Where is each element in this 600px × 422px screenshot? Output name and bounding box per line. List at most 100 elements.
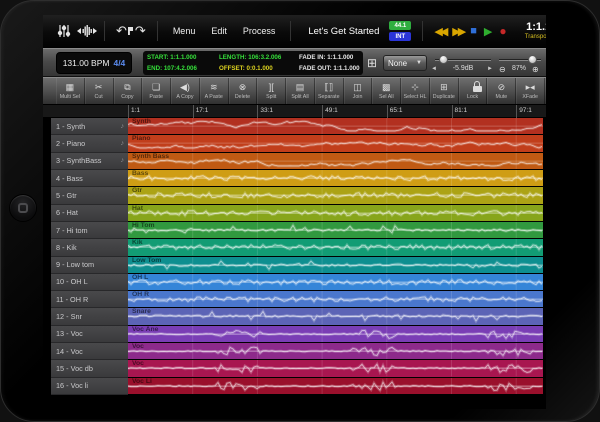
track-header-1---synth[interactable]: 1 - Synth♪ [51,118,128,135]
track-region-kik-8[interactable]: Kik [128,239,543,256]
zoom-slider-knob[interactable] [528,55,537,64]
track-header-9---low-tom[interactable]: 9 - Low tom [51,257,128,274]
transport-controls: ◀◀ ▶▶ ■ ▶ ● [434,24,506,38]
zoom-out-icon[interactable]: ⊖ [499,65,506,74]
track-region-voc-li-16[interactable]: Voc Li [128,378,543,395]
paste-icon: ❏ [152,81,160,94]
duplicate-icon: ⊞ [440,81,448,94]
mixer-icon[interactable] [57,24,71,38]
fast-forward-button[interactable]: ▶▶ [452,25,463,38]
record-button[interactable]: ● [499,24,506,38]
redo-icon[interactable]: ↷ [135,23,146,39]
snap-dropdown[interactable]: None ▼ [383,55,427,71]
track-header-8---kik[interactable]: 8 - Kik [51,239,128,256]
waveform-editor-icon[interactable] [77,24,97,38]
offset-label: OFFSET: [219,65,245,72]
time-display-block[interactable]: 1:1.1.000 Transport Options [511,22,546,41]
toolbar-button-multi-sel[interactable]: ▦Multi Sel [56,78,85,104]
toolbar-button-copy[interactable]: ⧉Copy [114,78,143,104]
track-region-synth-bass-3[interactable]: Synth Bass [128,153,543,170]
midi-note-icon: ♪ [121,140,125,147]
track-region-gtr-5[interactable]: Gtr [128,187,543,204]
track-header-3---synthbass[interactable]: 3 - SynthBass♪ [51,153,128,170]
toolbar-button-paste[interactable]: ❏Paste [142,78,171,104]
time-display: 1:1.1.000 [511,22,546,33]
timeline-ruler[interactable]: 1:117:133:149:165:181:197:1 [43,105,546,118]
process-button[interactable]: Process [243,26,276,36]
play-button[interactable]: ▶ [484,25,492,38]
rewind-button[interactable]: ◀◀ [434,25,445,38]
toolbar-button-separate[interactable]: ⟦⟧Separate [315,78,344,104]
split-all-icon: ▤ [296,81,305,94]
track-header-15---voc-db[interactable]: 15 - Voc db [51,360,128,377]
fade-out-label: FADE OUT: [299,65,332,72]
track-header-13---voc[interactable]: 13 - Voc [51,326,128,343]
delete-icon: ⊗ [239,81,247,94]
toolbar-button-duplicate[interactable]: ⊞Duplicate [430,78,459,104]
topbar-divider [104,21,105,41]
bpm-value: 131.00 BPM [63,58,110,68]
join-icon: ◫ [353,81,362,94]
track-header-6---hat[interactable]: 6 - Hat [51,205,128,222]
undo-icon[interactable]: ↶ [116,23,127,39]
region-label: Synth [132,118,151,125]
track-header-12---snr[interactable]: 12 - Snr [51,308,128,325]
toolbar-button-xfade[interactable]: ▸◂XFade [516,78,545,104]
track-header-16---voc-li[interactable]: 16 - Voc li [51,378,128,395]
track-region-oh-l-10[interactable]: OH L [128,274,543,291]
track-region-bass-4[interactable]: Bass [128,170,543,187]
nudge-right-arrow-icon[interactable]: ► [487,66,493,72]
track-region-piano-2[interactable]: Piano [128,135,543,152]
track-region-voc-ane-13[interactable]: Voc Ane [128,326,543,343]
track-region-synth-1[interactable]: Synth [128,118,543,135]
ruler-tick: 65:1 [387,105,403,118]
track-name-label: 11 - OH R [56,295,124,304]
track-name-label: 12 - Snr [56,312,124,321]
toolbar-button-label: Select HL [404,94,427,101]
menu-button[interactable]: Menu [173,26,196,36]
ruler-tick: 17:1 [193,105,209,118]
snap-grid-icon: ⊞ [367,56,377,70]
track-header-2---piano[interactable]: 2 - Piano♪ [51,135,128,152]
transport-options-label[interactable]: Transport Options [511,33,546,41]
stop-button[interactable]: ■ [470,25,477,37]
track-region-snare-12[interactable]: Snare [128,308,543,325]
toolbar-button-mute[interactable]: ⊘Mute [487,78,516,104]
nudge-slider-knob[interactable] [439,55,448,64]
daw-screen: ↶ ↷ Menu Edit Process Let's Get Started … [43,15,546,409]
home-button[interactable] [9,194,37,222]
track-region-hi-tom-7[interactable]: Hi Tom [128,222,543,239]
track-header-10---oh-l[interactable]: 10 - OH L [51,274,128,291]
toolbar-button-a-paste[interactable]: ≋A Paste [200,78,229,104]
track-header-14---voc[interactable]: 14 - Voc [51,343,128,360]
toolbar-button-split-all[interactable]: ▤Split All [286,78,315,104]
track-header-7---hi-tom[interactable]: 7 - Hi tom [51,222,128,239]
tempo-display[interactable]: 131.00 BPM 4/4 [56,52,132,74]
track-region-low-tom-9[interactable]: Low Tom [128,257,543,274]
toolbar-button-lock[interactable]: Lock [459,78,488,104]
toolbar-button-select-hl[interactable]: ⊹Select HL [401,78,430,104]
toolbar-button-delete[interactable]: ⊗Delete [229,78,258,104]
end-value: 107:4.2.006 [164,65,197,72]
track-region-voc-14[interactable]: Voc [128,343,543,360]
edit-button[interactable]: Edit [211,26,227,36]
track-header-5---gtr[interactable]: 5 - Gtr [51,187,128,204]
toolbar-button-label: Separate [318,94,340,101]
info-bar: 131.00 BPM 4/4 START: 1:1.1.000 LENGTH: … [43,48,546,77]
mute-icon: ⊘ [498,81,506,94]
track-region-hat-6[interactable]: Hat [128,205,543,222]
toolbar-button-sel-all[interactable]: ▩Sel All [372,78,401,104]
toolbar-button-a-copy[interactable]: ◀)A Copy [171,78,200,104]
zoom-in-icon[interactable]: ⊕ [532,65,539,74]
track-region-oh-r-11[interactable]: OH R [128,291,543,308]
ruler-tick: 33:1 [257,105,273,118]
nudge-left-arrow-icon[interactable]: ◄ [431,66,437,72]
end-label: END: [147,65,162,72]
track-region-voc-15[interactable]: Voc [128,360,543,377]
toolbar-button-join[interactable]: ◫Join [344,78,373,104]
toolbar-button-label: A Copy [176,94,193,101]
toolbar-button-cut[interactable]: ✂Cut [85,78,114,104]
toolbar-button-split[interactable]: ][Split [257,78,286,104]
track-header-11---oh-r[interactable]: 11 - OH R [51,291,128,308]
track-header-4---bass[interactable]: 4 - Bass [51,170,128,187]
